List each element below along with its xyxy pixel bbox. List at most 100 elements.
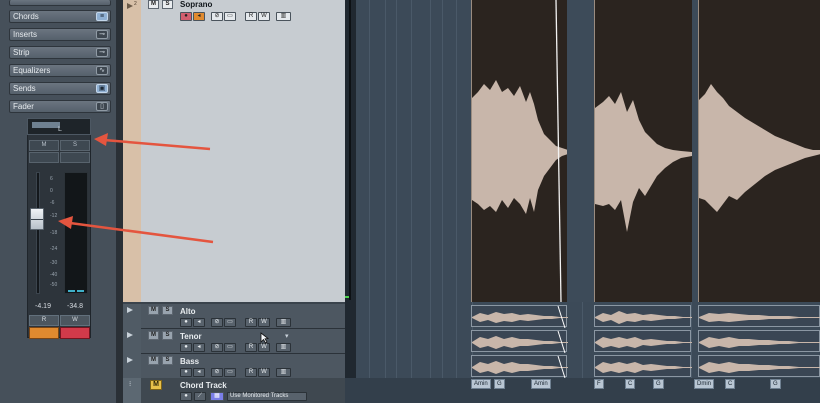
lock-icon[interactable]: ▭ [224, 368, 236, 377]
record-enable-button[interactable]: ● [180, 343, 192, 352]
inspector-section-inserts[interactable]: Inserts ⊸ [9, 28, 111, 41]
strip-icon[interactable]: ⊸ [96, 48, 108, 57]
record-enable-button[interactable]: ● [180, 318, 192, 327]
chord-event[interactable]: Dmin [694, 379, 715, 389]
inspector-section-chords[interactable]: Chords ≡ [9, 10, 111, 23]
solo-button[interactable]: S [162, 306, 173, 315]
chord-event[interactable]: G [770, 379, 781, 389]
audio-event[interactable] [594, 0, 692, 302]
inspector-section-fader[interactable]: Fader ▯ [9, 100, 111, 113]
chord-event[interactable]: Amin [471, 379, 491, 389]
timebase-icon[interactable]: ⊘ [211, 12, 223, 21]
monitor-button[interactable]: ◂ [193, 343, 205, 352]
record-enable-button[interactable]: ● [180, 368, 192, 377]
track-alto[interactable]: M S Alto ● ◂ ⊘ ▭ R W ▥ [123, 304, 345, 329]
solo-button[interactable]: S [162, 356, 173, 365]
read-automation-button[interactable] [29, 327, 59, 339]
fader-value-readout[interactable]: -4.19 [29, 301, 57, 312]
audio-event[interactable] [698, 330, 820, 352]
eq-icon[interactable]: ∿ [96, 66, 108, 75]
plug-icon[interactable]: ⊸ [96, 30, 108, 39]
dropdown-arrow-icon[interactable]: ▾ [285, 332, 289, 340]
audio-event[interactable] [471, 355, 568, 378]
mute-button[interactable]: M [148, 331, 159, 340]
audio-event[interactable] [594, 355, 692, 377]
lanes-icon[interactable]: ▥ [276, 12, 291, 21]
timebase-icon[interactable]: ⊘ [211, 318, 223, 327]
splitter[interactable] [345, 0, 356, 403]
inspector-section-equalizers[interactable]: Equalizers ∿ [9, 64, 111, 77]
inspector-section-strip[interactable]: Strip ⊸ [9, 46, 111, 59]
solo-button[interactable]: S [162, 331, 173, 340]
write-button[interactable]: W [258, 368, 270, 377]
read-button[interactable]: R [245, 343, 257, 352]
mute-button[interactable]: M [148, 306, 159, 315]
audio-event[interactable] [594, 305, 692, 327]
write-automation-button[interactable] [60, 327, 90, 339]
track-tenor[interactable]: M S Tenor ▾ ● ◂ ⊘ ▭ R W ▥ [123, 329, 345, 354]
read-button[interactable]: R [245, 318, 257, 327]
audio-event[interactable] [698, 0, 820, 302]
chord-assistant-icon[interactable]: ▦ [210, 392, 224, 401]
chord-event[interactable]: C [725, 379, 736, 389]
meter-peak-readout[interactable]: -34.8 [61, 301, 89, 312]
chord-event[interactable]: G [494, 379, 505, 389]
lanes-icon[interactable]: ▥ [276, 343, 291, 352]
audio-event[interactable] [471, 330, 568, 353]
chord-event[interactable]: C [625, 379, 636, 389]
write-button[interactable]: W [258, 12, 270, 21]
track-name[interactable]: Tenor [180, 332, 202, 341]
write-button[interactable]: W [258, 318, 270, 327]
inspector-section-sends[interactable]: Sends ▣ [9, 82, 111, 95]
project-window-events[interactable]: Amin G Amin F C G Dmin C G [345, 0, 820, 403]
audio-event[interactable] [594, 330, 692, 352]
mute-button[interactable]: M [148, 0, 159, 9]
audio-event[interactable] [471, 305, 568, 328]
sends-icon[interactable]: ▣ [96, 84, 108, 93]
expand-arrow-icon[interactable] [127, 307, 133, 313]
record-enable-button[interactable]: ● [180, 392, 192, 401]
volume-fader-handle[interactable] [30, 208, 44, 230]
track-bass[interactable]: M S Bass ● ◂ ⊘ ▭ R W ▥ [123, 354, 345, 379]
mute-button[interactable]: M [150, 380, 162, 390]
expand-arrow-icon[interactable] [127, 332, 133, 338]
inspector-section-header[interactable] [9, 0, 111, 6]
timebase-icon[interactable]: ⊘ [211, 343, 223, 352]
monitor-button[interactable]: ◂ [193, 12, 205, 21]
timebase-icon[interactable]: ⊘ [211, 368, 223, 377]
monitor-button[interactable]: ◂ [193, 368, 205, 377]
lanes-icon[interactable]: ▥ [276, 368, 291, 377]
audio-event[interactable] [698, 355, 820, 377]
track-name[interactable]: Bass [180, 357, 199, 366]
read-button[interactable]: R [245, 12, 257, 21]
edit-button[interactable] [60, 152, 90, 163]
fader-track[interactable] [36, 172, 40, 294]
pan-control[interactable]: L [27, 118, 91, 135]
monitor-button[interactable]: ◂ [193, 318, 205, 327]
track-chord[interactable]: ⁝ M Chord Track ● ⟋ ▦ Use Monitored Trac… [123, 378, 345, 403]
chord-lane[interactable] [345, 378, 820, 403]
lock-icon[interactable]: ▭ [224, 343, 236, 352]
hamburger-icon[interactable]: ≡ [96, 12, 108, 21]
solo-button[interactable]: S [162, 0, 173, 9]
lock-icon[interactable]: ▭ [224, 12, 236, 21]
mute-button[interactable]: M [148, 356, 159, 365]
read-button[interactable]: R [245, 368, 257, 377]
chord-event[interactable]: F [594, 379, 604, 389]
chord-event[interactable]: G [653, 379, 664, 389]
lock-icon[interactable]: ▭ [224, 318, 236, 327]
use-monitored-tracks-option[interactable]: Use Monitored Tracks [227, 392, 307, 401]
lanes-icon[interactable]: ▥ [276, 318, 291, 327]
fader-icon[interactable]: ▯ [96, 102, 108, 111]
record-enable-button[interactable]: ● [180, 12, 192, 21]
audio-event[interactable] [471, 0, 568, 302]
track-name[interactable]: Alto [180, 307, 196, 316]
write-button[interactable]: W [258, 343, 270, 352]
chord-event[interactable]: Amin [531, 379, 551, 389]
solo-button[interactable]: S [60, 140, 90, 151]
expand-arrow-icon[interactable] [127, 357, 133, 363]
track-name[interactable]: Soprano [180, 0, 212, 9]
track-soprano[interactable]: 2 M S Soprano ● ◂ ⊘ ▭ R W ▥ [123, 0, 345, 302]
audio-event[interactable] [698, 305, 820, 327]
expand-arrow-icon[interactable] [127, 3, 133, 9]
